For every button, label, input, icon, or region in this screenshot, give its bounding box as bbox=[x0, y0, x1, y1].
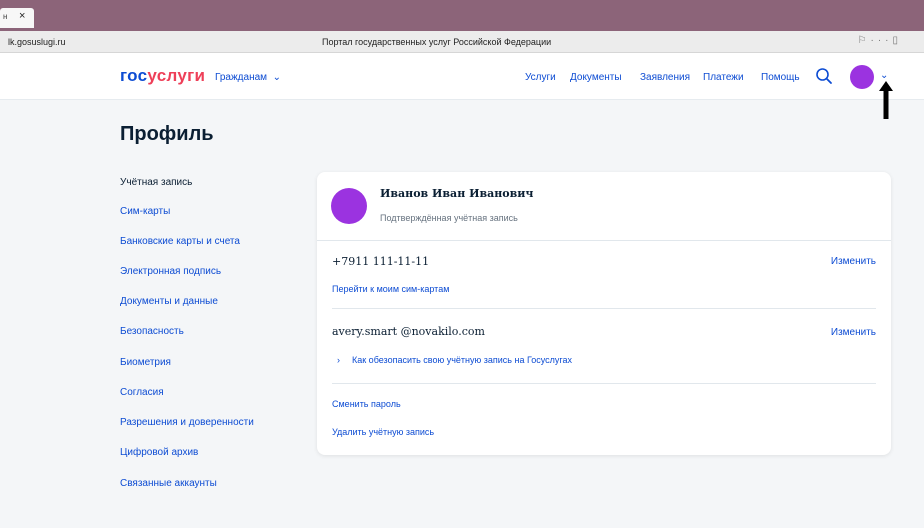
sidebar-item-e-signature[interactable]: Электронная подпись bbox=[120, 266, 221, 277]
nav-link-payments[interactable]: Платежи bbox=[703, 72, 744, 83]
divider bbox=[332, 383, 876, 384]
sidebar-item-linked-accounts[interactable]: Связанные аккаунты bbox=[120, 478, 217, 489]
address-bar: lk.gosuslugi.ru Портал государственных у… bbox=[0, 31, 924, 53]
logo-part-uslugi: услуги bbox=[147, 66, 206, 85]
sidebar-item-consents[interactable]: Согласия bbox=[120, 387, 164, 398]
nav-link-applications[interactable]: Заявления bbox=[640, 72, 690, 83]
divider bbox=[317, 240, 891, 241]
sidebar-item-account[interactable]: Учётная запись bbox=[120, 177, 192, 188]
audience-label: Гражданам bbox=[215, 72, 268, 83]
logo-part-gos: гос bbox=[120, 66, 148, 85]
sidebar-item-permissions[interactable]: Разрешения и доверенности bbox=[120, 417, 254, 428]
more-icon[interactable]: ··· bbox=[870, 35, 892, 46]
chevron-down-icon: ⌄ bbox=[269, 72, 281, 83]
sidebar-item-bank-cards[interactable]: Банковские карты и счета bbox=[120, 236, 240, 247]
email-address: avery.smart @novakilo.com bbox=[332, 325, 485, 338]
chevron-right-icon: › bbox=[337, 355, 340, 365]
browser-tab-strip: н × bbox=[0, 0, 924, 31]
sidebar-item-digital-archive[interactable]: Цифровой архив bbox=[120, 447, 198, 458]
browser-tab-label: н bbox=[3, 12, 8, 21]
security-tip-link[interactable]: Как обезопасить свою учётную запись на Г… bbox=[352, 355, 572, 365]
site-header: госуслуги Гражданам ⌄ Услуги Документы З… bbox=[0, 53, 924, 100]
search-icon[interactable] bbox=[815, 67, 833, 85]
sidebar-item-sim-cards[interactable]: Сим-карты bbox=[120, 206, 170, 217]
page-title: Профиль bbox=[120, 123, 214, 145]
account-status: Подтверждённая учётная запись bbox=[380, 213, 518, 223]
profile-avatar bbox=[331, 188, 367, 224]
divider bbox=[332, 308, 876, 309]
arrow-up-icon bbox=[879, 81, 893, 119]
translate-icon[interactable]: ⚐ bbox=[858, 35, 871, 46]
nav-link-help[interactable]: Помощь bbox=[761, 72, 800, 83]
bookmark-icon[interactable]: ▯ bbox=[892, 35, 902, 46]
edit-phone-link[interactable]: Изменить bbox=[831, 256, 876, 267]
gosuslugi-logo[interactable]: госуслуги bbox=[120, 66, 205, 86]
edit-email-link[interactable]: Изменить bbox=[831, 327, 876, 338]
tab-close-icon[interactable]: × bbox=[19, 10, 25, 22]
delete-account-link[interactable]: Удалить учётную запись bbox=[332, 427, 434, 437]
browser-page-title: Портал государственных услуг Российской … bbox=[322, 37, 552, 47]
user-avatar[interactable] bbox=[850, 65, 874, 89]
sidebar-item-security[interactable]: Безопасность bbox=[120, 326, 184, 337]
nav-link-services[interactable]: Услуги bbox=[525, 72, 556, 83]
sim-cards-link[interactable]: Перейти к моим сим-картам bbox=[332, 284, 449, 294]
address-bar-icons: ⚐···▯ bbox=[858, 35, 902, 46]
sidebar-item-documents[interactable]: Документы и данные bbox=[120, 296, 218, 307]
sidebar-item-biometrics[interactable]: Биометрия bbox=[120, 357, 171, 368]
audience-selector[interactable]: Гражданам ⌄ bbox=[215, 72, 281, 83]
browser-tab[interactable]: н × bbox=[0, 8, 34, 28]
url-field[interactable]: lk.gosuslugi.ru bbox=[8, 37, 66, 47]
phone-number: +7911 111-11-11 bbox=[332, 255, 430, 268]
profile-card: Иванов Иван Иванович Подтверждённая учёт… bbox=[317, 172, 891, 455]
change-password-link[interactable]: Сменить пароль bbox=[332, 399, 401, 409]
nav-link-documents[interactable]: Документы bbox=[570, 72, 622, 83]
user-full-name: Иванов Иван Иванович bbox=[380, 187, 534, 200]
